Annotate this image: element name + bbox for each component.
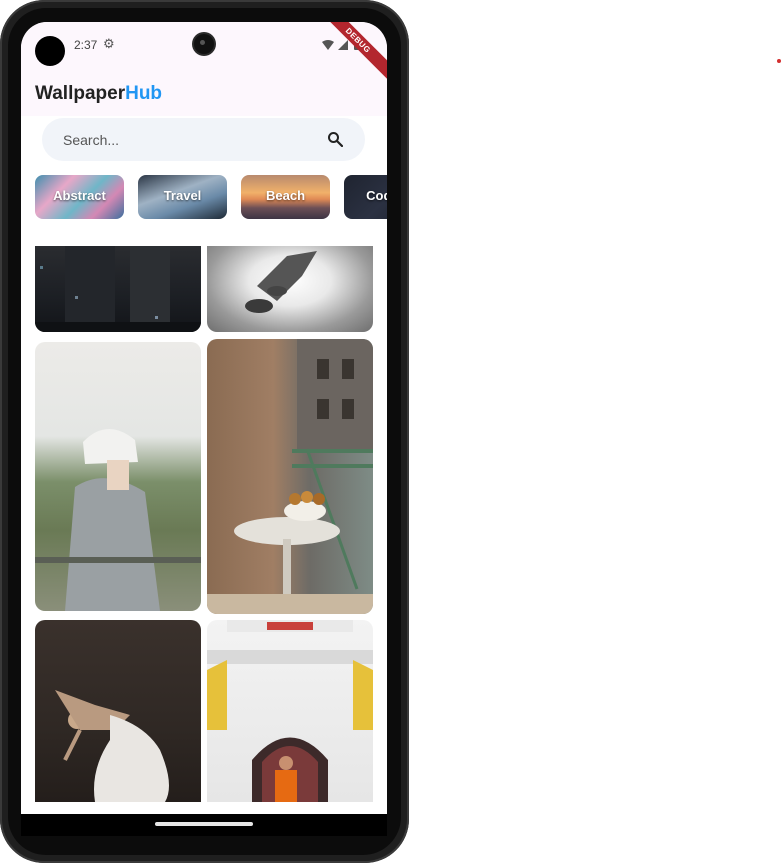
app-title-accent: Hub [125,83,163,104]
search-bar[interactable]: Search... [42,118,365,161]
front-camera [194,34,214,54]
wallpaper-image [245,251,317,313]
search-icon[interactable] [327,131,343,147]
category-chip-beach[interactable]: Beach [241,175,330,219]
category-label: Coding [366,188,387,203]
home-indicator[interactable] [155,822,253,826]
wallpaper-tile[interactable] [207,339,373,614]
category-label: Abstract [53,188,106,203]
wallpaper-image [55,690,169,802]
camera-cutout [35,36,65,66]
category-chip-coding[interactable]: Coding [344,175,387,219]
signal-icon [338,40,348,50]
app-title: WallpaperHub [35,83,162,105]
category-label: Beach [265,188,306,203]
system-nav-bar [21,814,387,836]
category-chip-abstract[interactable]: Abstract [35,175,124,219]
wallpaper-tile[interactable] [207,620,373,802]
wallpaper-tile[interactable] [35,620,201,802]
status-time: 2:37 [74,38,98,52]
wallpaper-image [35,246,201,332]
red-dot-marker [777,59,781,63]
wifi-icon [322,40,334,50]
wallpaper-image [207,339,373,614]
search-input[interactable]: Search... [63,132,119,148]
wallpaper-tile[interactable] [35,342,201,611]
app-screen: 2:37 ⚙ DEBUG WallpaperHub Search... Abst… [21,22,387,836]
wallpaper-image [207,620,373,802]
app-bar: 2:37 ⚙ DEBUG WallpaperHub [21,22,387,116]
app-title-main: Wallpaper [35,83,126,104]
category-chip-travel[interactable]: Travel [138,175,227,219]
wallpaper-image [35,428,201,611]
category-label: Travel [163,188,202,203]
gear-icon: ⚙ [103,36,115,51]
wallpaper-tile[interactable] [207,246,373,332]
debug-banner: DEBUG [314,22,387,84]
wallpaper-tile[interactable] [35,246,201,332]
